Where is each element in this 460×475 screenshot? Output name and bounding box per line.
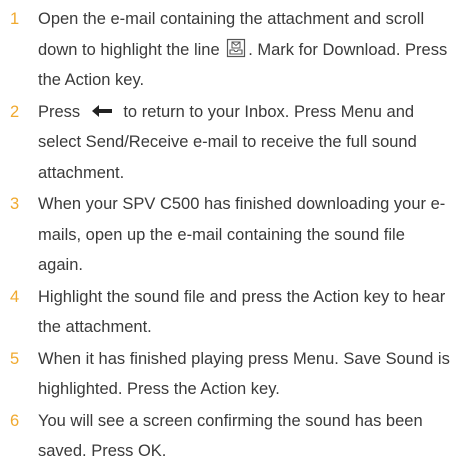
step-4: 4 Highlight the sound file and press the… xyxy=(0,282,460,343)
step-text: You will see a screen confirming the sou… xyxy=(38,411,423,461)
instruction-steps: 1 Open the e-mail containing the attachm… xyxy=(0,0,460,467)
step-text-part: Press xyxy=(38,102,85,121)
attachment-icon xyxy=(226,38,246,58)
step-number: 2 xyxy=(10,102,20,121)
step-2: 2 Press to return to your Inbox. Press M… xyxy=(0,97,460,189)
step-text: Highlight the sound file and press the A… xyxy=(38,287,446,337)
step-number: 6 xyxy=(10,411,20,430)
step-1: 1 Open the e-mail containing the attachm… xyxy=(0,4,460,96)
step-number: 3 xyxy=(10,195,20,213)
arrow-left-icon xyxy=(91,98,113,117)
step-text: When it has finished playing press Menu.… xyxy=(38,349,450,399)
step-number: 4 xyxy=(10,287,20,306)
step-6: 6 You will see a screen confirming the s… xyxy=(0,406,460,467)
step-text: When your SPV C500 has finished download… xyxy=(38,195,446,274)
step-number: 1 xyxy=(10,10,20,28)
step-5: 5 When it has finished playing press Men… xyxy=(0,344,460,405)
step-number: 5 xyxy=(10,349,20,368)
step-3: 3 When your SPV C500 has finished downlo… xyxy=(0,189,460,281)
